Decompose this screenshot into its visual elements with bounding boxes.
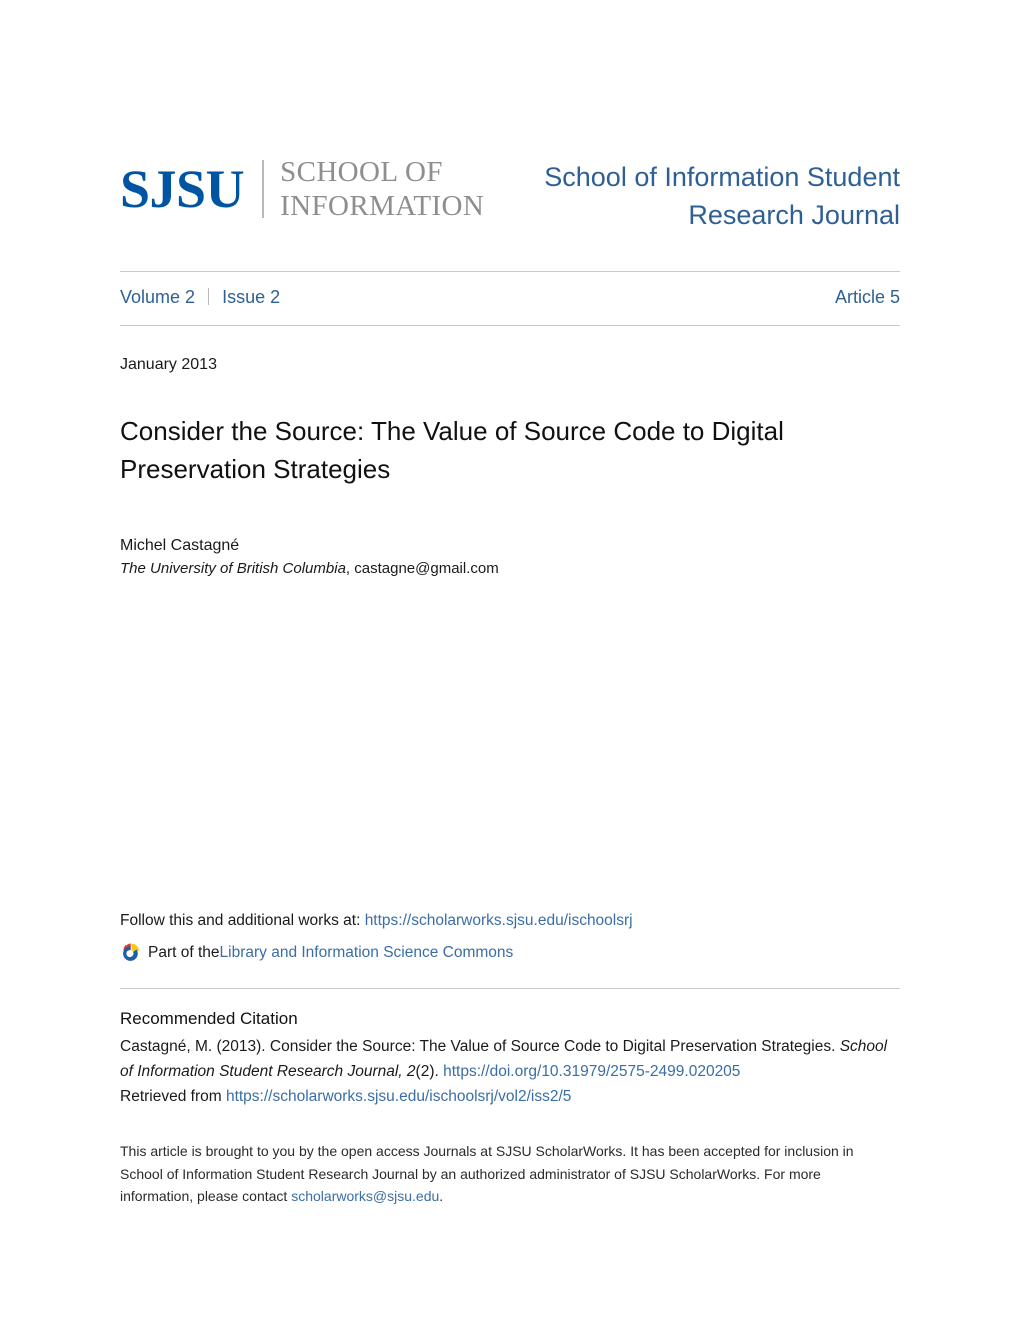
footer-note: This article is brought to you by the op… — [120, 1140, 895, 1208]
citation-heading: Recommended Citation — [120, 1009, 298, 1028]
sjsu-logo: SJSU SCHOOL OF INFORMATION — [120, 152, 484, 226]
author-email: , castagne@gmail.com — [345, 560, 499, 578]
follow-prefix: Follow this and additional works at: — [120, 912, 365, 929]
follow-url-link[interactable]: https://scholarworks.sjsu.edu/ischoolsrj — [365, 912, 633, 929]
author-institution: The University of British Columbia — [120, 560, 346, 578]
sjsu-wordmark: SJSU — [120, 159, 245, 219]
page-content: SJSU SCHOOL OF INFORMATION School of Inf… — [120, 0, 900, 577]
follow-section: Follow this and additional works at: htt… — [120, 912, 900, 963]
logo-divider — [262, 160, 265, 218]
citation-body: Castagné, M. (2013). Consider the Source… — [120, 1029, 900, 1109]
citation-line1: Castagné, M. (2013). Consider the Source… — [120, 1038, 836, 1055]
commons-line: Part of the Library and Information Scie… — [120, 930, 900, 963]
citation-section: Recommended Citation Castagné, M. (2013)… — [120, 988, 900, 1109]
issue-bar-left: Volume 2 Issue 2 — [120, 286, 280, 308]
footer-email-link[interactable]: scholarworks@sjsu.edu — [291, 1188, 439, 1204]
volume-label[interactable]: Volume 2 — [120, 287, 195, 308]
article-title: Consider the Source: The Value of Source… — [120, 416, 784, 484]
journal-title: School of Information Student Research J… — [544, 162, 900, 231]
commons-prefix: Part of the — [148, 943, 220, 961]
citation-retrieved-prefix: Retrieved from — [120, 1088, 226, 1106]
footer-text-before: This article is brought to you by the op… — [120, 1143, 854, 1205]
logo-school-line1: SCHOOL OF — [280, 155, 443, 188]
logo-school-line2: INFORMATION — [280, 190, 485, 222]
citation-issue: (2). — [415, 1063, 444, 1081]
document-page: SJSU SCHOOL OF INFORMATION School of Inf… — [0, 0, 1020, 1320]
article-number-label[interactable]: Article 5 — [835, 287, 900, 308]
issue-bar: Volume 2 Issue 2 Article 5 — [120, 272, 900, 308]
author-affiliation: The University of British Columbia, cast… — [120, 555, 900, 577]
commons-link[interactable]: Library and Information Science Commons — [220, 944, 514, 962]
masthead: SJSU SCHOOL OF INFORMATION School of Inf… — [120, 0, 900, 235]
publication-date: January 2013 — [120, 355, 217, 373]
footer-text-after: . — [439, 1188, 444, 1205]
logo-school-text: SCHOOL OF INFORMATION — [280, 155, 484, 223]
citation-doi-link[interactable]: https://doi.org/10.31979/2575-2499.02020… — [443, 1063, 740, 1080]
volume-issue-separator — [208, 287, 210, 305]
digital-commons-icon — [123, 943, 139, 961]
author-name: Michel Castagné — [120, 537, 240, 555]
citation-retrieved-link[interactable]: https://scholarworks.sjsu.edu/ischoolsrj… — [226, 1088, 571, 1105]
issue-label[interactable]: Issue 2 — [222, 287, 280, 308]
follow-line: Follow this and additional works at: htt… — [120, 912, 900, 930]
